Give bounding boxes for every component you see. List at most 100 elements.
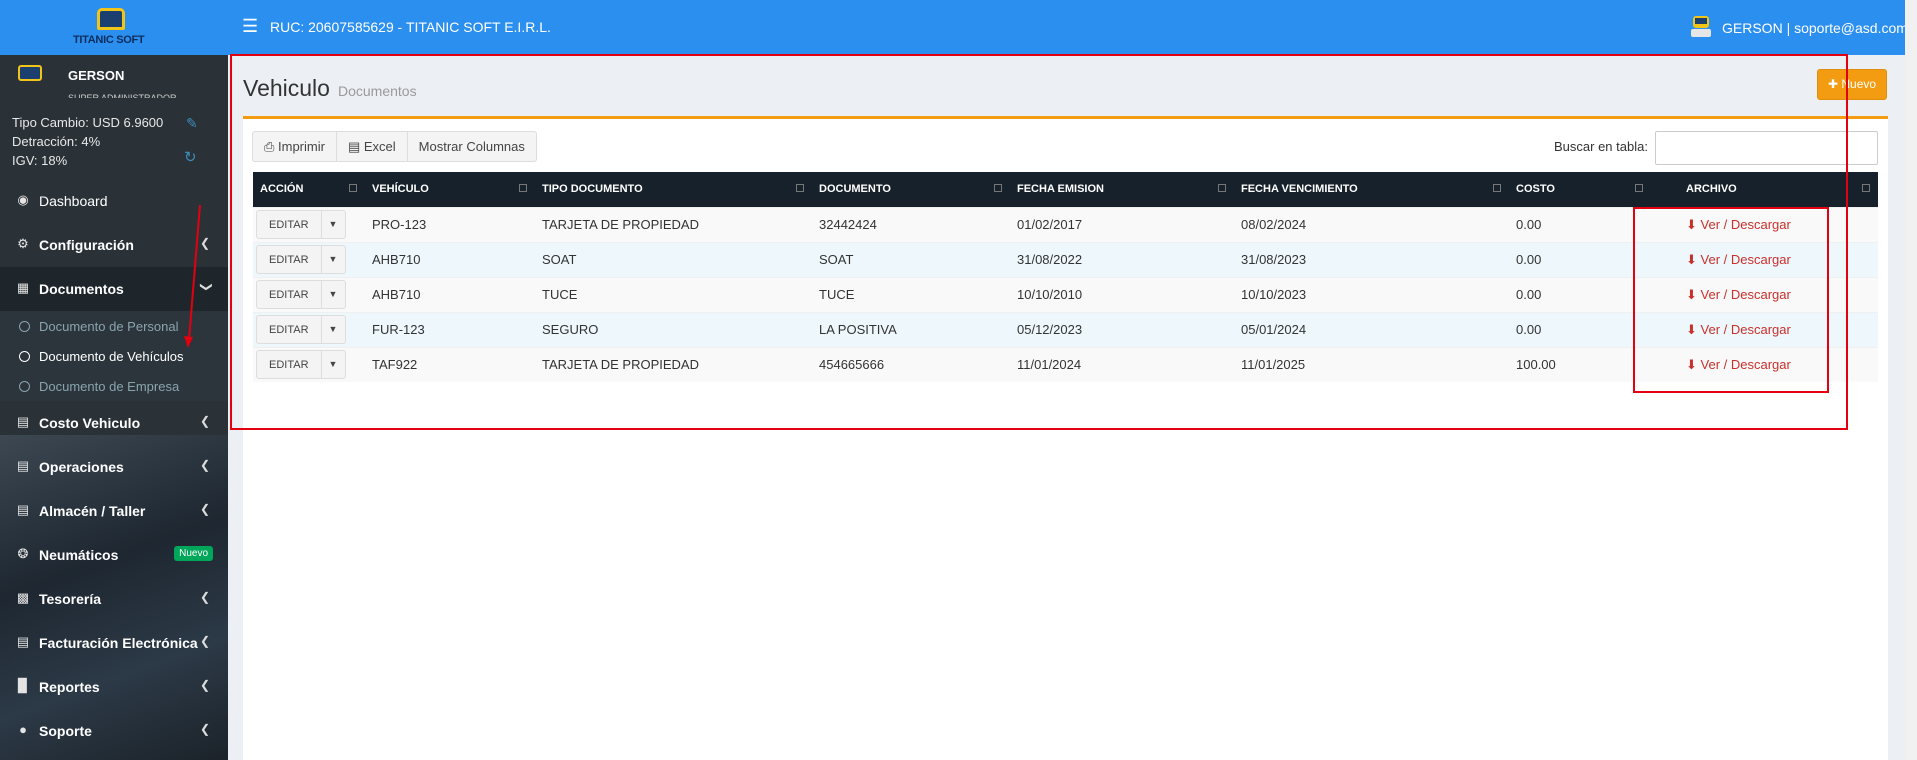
edit-button[interactable]: EDITAR [256,280,322,309]
column-header-fecha-vencimiento[interactable]: FECHA VENCIMIENTO [1234,172,1509,207]
sidebar-item-soporte[interactable]: ● Soporte ❮ [0,709,228,753]
new-button[interactable]: ✚ Nuevo [1817,69,1887,100]
table-row: EDITAR ▼ AHB710 SOAT SOAT 31/08/2022 31/0… [253,241,1878,277]
sort-icon [994,184,1002,192]
action-cell: EDITAR ▼ [253,241,365,277]
sort-icon [519,184,527,192]
column-header-costo[interactable]: COSTO [1509,172,1651,207]
sidebar-item-label: Dashboard [39,193,108,209]
main-content: Vehiculo Documentos ✚ Nuevo ⎙ Imprimir ▤… [228,55,1905,760]
edit-button[interactable]: EDITAR [256,350,322,380]
download-icon: ⬇ [1686,216,1701,232]
cell-documento: 454665666 [812,346,1010,382]
chevron-down-icon[interactable]: ▼ [321,245,346,274]
sidebar-item-almacen-taller[interactable]: ▤ Almacén / Taller ❮ [0,489,228,533]
cell-tipo: TARJETA DE PROPIEDAD [535,206,812,242]
edit-button[interactable]: EDITAR [256,245,322,274]
search-input[interactable] [1655,131,1878,165]
table-row: EDITAR ▼ TAF922 TARJETA DE PROPIEDAD 4546… [253,346,1878,382]
gears-icon: ⚙ [17,236,29,251]
sidebar-item-label: Reportes [39,679,100,695]
download-link[interactable]: ⬇ Ver / Descargar [1658,252,1791,267]
cell-archivo: ⬇ Ver / Descargar [1651,206,1878,242]
sidebar-item-configuracion[interactable]: ⚙ Configuración ❮ [0,223,228,267]
user-panel: GERSON SUPER ADMINISTRADOR [0,55,228,107]
column-header-fecha-emision[interactable]: FECHA EMISION [1010,172,1234,207]
documents-box: ⎙ Imprimir ▤ Excel Mostrar Columnas Busc… [243,116,1888,760]
download-icon: ⬇ [1686,356,1701,372]
sidebar-item-label: Almacén / Taller [39,503,146,519]
cell-vencimiento: 31/08/2023 [1234,241,1509,277]
chevron-down-icon[interactable]: ▼ [321,315,346,344]
support-icon: ● [19,722,27,737]
page-subtitle: Documentos [338,83,417,99]
edit-button[interactable]: EDITAR [256,315,322,344]
cell-documento: LA POSITIVA [812,311,1010,347]
export-buttons: ⎙ Imprimir ▤ Excel Mostrar Columnas [252,131,537,162]
sync-icon[interactable]: ↻ [184,148,197,166]
sidebar-user-name: GERSON [68,68,125,83]
file-icon: ▤ [16,458,30,473]
edit-button[interactable]: EDITAR [256,210,322,239]
column-header-vehiculo[interactable]: VEHÍCULO [365,172,535,207]
sidebar-item-operaciones[interactable]: ▤ Operaciones ❮ [0,445,228,489]
chevron-left-icon: ❮ [199,590,210,604]
cell-vehiculo: AHB710 [365,241,535,277]
download-link[interactable]: ⬇ Ver / Descargar [1658,322,1791,337]
download-link[interactable]: ⬇ Ver / Descargar [1658,287,1791,302]
cell-costo: 0.00 [1509,311,1651,347]
sidebar-subitem-documento-vehiculos[interactable]: Documento de Vehículos [0,341,228,371]
menu-toggle-icon[interactable]: ☰ [242,16,258,37]
download-label: Ver / Descargar [1700,216,1791,232]
cell-vehiculo: TAF922 [365,346,535,382]
sidebar-item-documentos[interactable]: ▦ Documentos ❮ [0,267,228,311]
sidebar-subitem-label: Documento de Empresa [39,379,180,394]
action-cell: EDITAR ▼ [253,276,365,312]
header-label: COSTO [1516,183,1555,196]
sidebar-subitem-documento-empresa[interactable]: Documento de Empresa [0,371,228,401]
column-header-archivo[interactable]: ARCHIVO [1651,172,1878,207]
sidebar-user-role: SUPER ADMINISTRADOR [68,93,177,98]
chevron-left-icon: ❮ [199,678,210,692]
download-label: Ver / Descargar [1700,286,1791,302]
brand-logo[interactable]: TITANIC SOFT [0,0,228,55]
page-scrollbar[interactable] [1905,0,1917,760]
edit-icon[interactable]: ✎ [186,115,198,132]
igv: IGV: 18% [12,153,68,168]
cell-vehiculo: PRO-123 [365,206,535,242]
column-header-accion[interactable]: ACCIÓN [253,172,365,207]
chevron-left-icon: ❮ [199,634,210,648]
sidebar-item-tesoreria[interactable]: ▩ Tesorería ❮ [0,577,228,621]
excel-button[interactable]: ▤ Excel [335,131,408,162]
money-icon: ▩ [16,590,30,605]
excel-label: Excel [363,139,396,154]
columns-button[interactable]: Mostrar Columnas [406,131,537,162]
chevron-down-icon[interactable]: ▼ [321,210,346,239]
print-button[interactable]: ⎙ Imprimir [252,131,337,162]
plus-icon: ✚ [1828,77,1842,91]
cell-vencimiento: 11/01/2025 [1234,346,1509,382]
download-link[interactable]: ⬇ Ver / Descargar [1658,357,1791,372]
sort-icon [1862,184,1870,192]
circle-icon [19,381,30,392]
chevron-down-icon[interactable]: ▼ [321,280,346,309]
sidebar-subitem-documento-personal[interactable]: Documento de Personal [0,311,228,341]
user-menu[interactable]: GERSON | soporte@asd.com [1722,20,1908,36]
column-header-documento[interactable]: DOCUMENTO [812,172,1010,207]
column-header-tipo-documento[interactable]: TIPO DOCUMENTO [535,172,812,207]
file-icon: ▤ [16,502,30,517]
sidebar-item-reportes[interactable]: ▉ Reportes ❮ [0,665,228,709]
sidebar-item-label: Tesorería [39,591,101,607]
user-avatar[interactable] [1688,14,1714,40]
cell-costo: 0.00 [1509,241,1651,277]
chevron-down-icon[interactable]: ▼ [321,350,346,380]
cell-costo: 100.00 [1509,346,1651,382]
download-link[interactable]: ⬇ Ver / Descargar [1658,217,1791,232]
sidebar-item-neumaticos[interactable]: ❂ Neumáticos Nuevo [0,533,228,577]
sidebar-item-facturacion[interactable]: ▤ Facturación Electrónica ❮ [0,621,228,665]
sidebar-item-dashboard[interactable]: ◉ Dashboard [0,179,228,223]
cell-archivo: ⬇ Ver / Descargar [1651,241,1878,277]
header-label: ARCHIVO [1686,183,1737,196]
sidebar-item-costo-vehiculo[interactable]: ▤ Costo Vehiculo ❮ [0,401,228,445]
chevron-left-icon: ❮ [199,236,210,250]
